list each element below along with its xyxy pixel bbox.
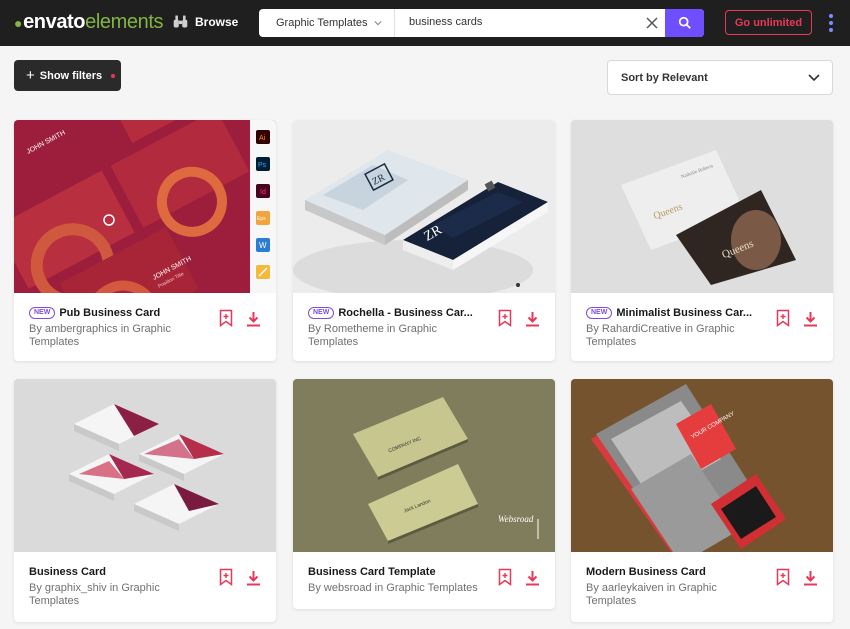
bookmark-add-icon[interactable] (498, 568, 512, 586)
card-thumbnail[interactable]: JOHN SMITH JOHN SMITH Position Title Ai … (14, 120, 276, 293)
result-card[interactable]: COMPANY INC Jack Landon Websroad Busines… (293, 379, 555, 609)
download-icon[interactable] (246, 570, 261, 586)
bookmark-add-icon[interactable] (776, 309, 790, 327)
card-info: Modern Business Card By aarleykaiven in … (571, 552, 833, 622)
download-icon[interactable] (246, 311, 261, 327)
card-author[interactable]: By websroad in Graphic Templates (308, 582, 493, 595)
pub-business-card-preview: JOHN SMITH JOHN SMITH Position Title Ai … (14, 120, 276, 293)
card-title-row: NEW Pub Business Card (29, 307, 219, 319)
search-bar: Graphic Templates business cards (259, 9, 704, 37)
bookmark-add-icon[interactable] (219, 309, 233, 327)
bookmark-add-icon[interactable] (219, 568, 233, 586)
card-info: NEW Rochella - Business Car... By Rometh… (293, 293, 555, 361)
leaf-icon: ● (14, 15, 23, 31)
category-dropdown[interactable]: Graphic Templates (259, 9, 395, 37)
indesign-icon: Id (260, 189, 266, 196)
search-button[interactable] (665, 9, 704, 37)
bookmark-add-icon[interactable] (498, 309, 512, 327)
card-info: Business Card By graphix_shiv in Graphic… (14, 552, 276, 622)
card-title[interactable]: Modern Business Card (586, 566, 706, 578)
new-badge: NEW (308, 307, 335, 319)
plus-icon: + (26, 67, 35, 84)
word-icon: W (259, 241, 267, 250)
card-title-row: Business Card (29, 566, 219, 578)
business-card-preview (14, 379, 276, 552)
card-title[interactable]: Pub Business Card (59, 307, 160, 319)
card-title-row: Business Card Template (308, 566, 498, 578)
card-author[interactable]: By aarleykaiven in Graphic Templates (586, 582, 736, 608)
chevron-down-icon (373, 21, 382, 26)
card-thumbnail[interactable] (14, 379, 276, 552)
result-card[interactable]: Queens Nathalie Roberts Queens NEW Minim… (571, 120, 833, 361)
card-title-row: NEW Minimalist Business Car... (586, 307, 776, 319)
envato-elements-logo[interactable]: ●envatoelements (14, 11, 163, 34)
browse-button[interactable]: Browse (172, 13, 238, 30)
card-thumbnail[interactable]: Queens Nathalie Roberts Queens (571, 120, 833, 293)
card-author[interactable]: By Rometheme in Graphic Templates (308, 323, 488, 349)
top-navigation-bar: ●envatoelements Browse Graphic Templates… (0, 0, 850, 46)
new-badge: NEW (29, 307, 56, 319)
thumb-brand-text: Websroad (498, 514, 534, 524)
sort-label: Sort by Relevant (621, 71, 708, 84)
go-unlimited-button[interactable]: Go unlimited (725, 10, 812, 35)
card-title-row: Modern Business Card (586, 566, 776, 578)
card-thumbnail[interactable]: YOUR COMPANY (571, 379, 833, 552)
eps-icon: Eps (257, 216, 266, 222)
binoculars-icon (173, 15, 188, 28)
bookmark-add-icon[interactable] (776, 568, 790, 586)
download-icon[interactable] (803, 570, 818, 586)
card-info: NEW Pub Business Card By ambergraphics i… (14, 293, 276, 361)
card-info: Business Card Template By websroad in Gr… (293, 552, 555, 609)
chevron-down-icon (808, 74, 820, 82)
result-card[interactable]: YOUR COMPANY Modern Business Card By aar… (571, 379, 833, 622)
new-badge: NEW (586, 307, 613, 319)
card-author[interactable]: By graphix_shiv in Graphic Templates (29, 582, 209, 608)
photoshop-icon: Ps (258, 162, 267, 169)
card-title[interactable]: Rochella - Business Car... (338, 307, 473, 319)
sort-dropdown[interactable]: Sort by Relevant (607, 60, 833, 95)
result-card[interactable]: JOHN SMITH JOHN SMITH Position Title Ai … (14, 120, 276, 361)
close-icon[interactable] (644, 15, 660, 31)
card-info: NEW Minimalist Business Car... By Rahard… (571, 293, 833, 361)
download-icon[interactable] (525, 570, 540, 586)
show-filters-button[interactable]: + Show filters (14, 60, 121, 91)
active-filter-dot (111, 73, 116, 78)
modern-business-card-preview: YOUR COMPANY (571, 379, 833, 552)
browse-label: Browse (195, 14, 239, 29)
card-thumbnail[interactable]: COMPANY INC Jack Landon Websroad (293, 379, 555, 552)
search-input[interactable]: business cards (409, 16, 482, 28)
download-icon[interactable] (525, 311, 540, 327)
more-options-icon[interactable] (826, 13, 836, 33)
rochella-business-card-preview: ZR ZR (293, 120, 555, 293)
card-title[interactable]: Business Card (29, 566, 106, 578)
search-icon (678, 16, 691, 29)
card-title-row: NEW Rochella - Business Car... (308, 307, 498, 319)
card-author[interactable]: By RahardiCreative in Graphic Templates (586, 323, 766, 349)
card-title[interactable]: Business Card Template (308, 566, 436, 578)
minimalist-business-card-preview: Queens Nathalie Roberts Queens (571, 120, 833, 293)
card-thumbnail[interactable]: ZR ZR (293, 120, 555, 293)
show-filters-label: Show filters (39, 69, 103, 82)
result-card[interactable]: ZR ZR NEW Rochella - Business Car... By … (293, 120, 555, 361)
illustrator-icon: Ai (259, 135, 266, 142)
card-author[interactable]: By ambergraphics in Graphic Templates (29, 323, 209, 349)
card-title[interactable]: Minimalist Business Car... (616, 307, 752, 319)
category-label: Graphic Templates (276, 17, 368, 29)
download-icon[interactable] (803, 311, 818, 327)
business-card-template-preview: COMPANY INC Jack Landon Websroad (293, 379, 555, 552)
result-card[interactable]: Business Card By graphix_shiv in Graphic… (14, 379, 276, 622)
